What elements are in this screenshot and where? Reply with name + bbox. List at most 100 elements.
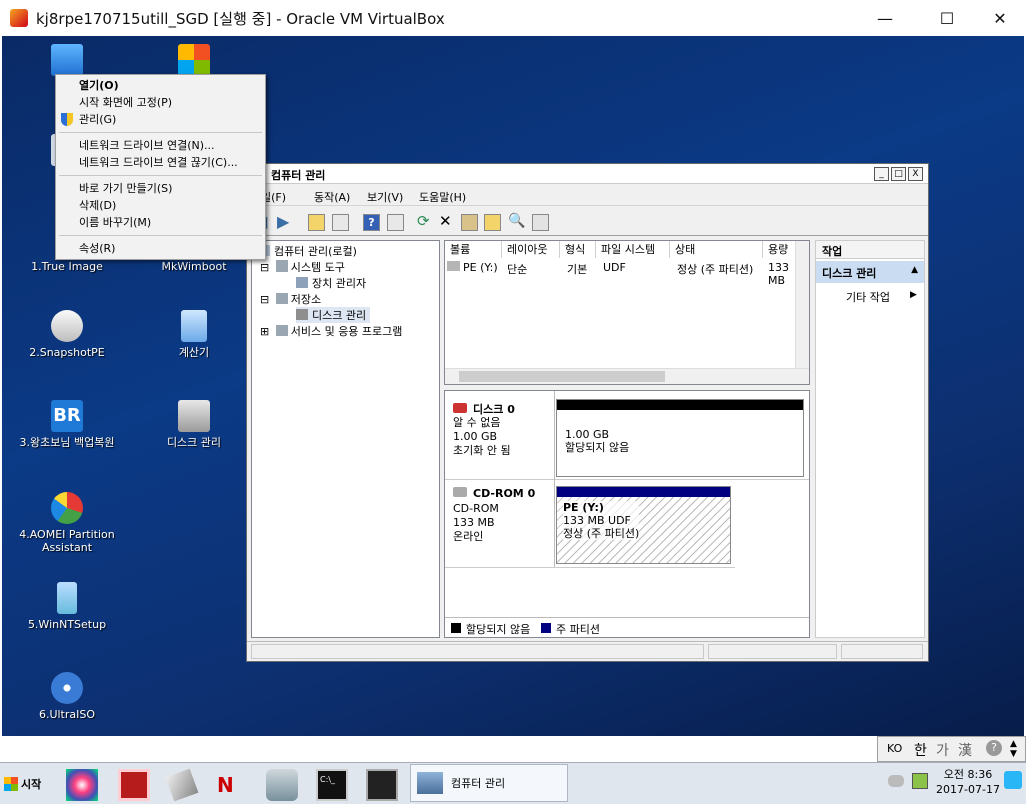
memory-chip-app-icon[interactable] — [118, 769, 150, 801]
menu-item-manage[interactable]: 관리(G) — [56, 111, 265, 128]
ime-hanja-button[interactable]: 漢 — [958, 740, 972, 760]
show-desktop-icon[interactable] — [1004, 771, 1022, 789]
scrollbar-thumb[interactable] — [459, 371, 665, 382]
cell-filesystem: UDF — [603, 261, 626, 274]
partition-title: PE (Y:) — [563, 501, 604, 514]
usb-tool-app-icon[interactable] — [266, 769, 298, 801]
open-folder-icon[interactable] — [484, 214, 501, 231]
desktop-icon-winntsetup[interactable]: 5.WinNTSetup — [19, 582, 115, 631]
disk-graphical-view: 디스크 0 알 수 없음 1.00 GB 초기화 안 됨 1.00 GB 할당되… — [444, 390, 810, 638]
virtualbox-app-icon — [10, 9, 28, 27]
tree-disk-management[interactable]: 디스크 관리 — [296, 307, 371, 323]
vbox-close-button[interactable]: ✕ — [977, 0, 1023, 36]
menu-item-open[interactable]: 열기(O) — [56, 77, 265, 94]
taskbar-button-computer-management[interactable]: 컴퓨터 관리 — [410, 764, 568, 802]
desktop-context-menu: 열기(O) 시작 화면에 고정(P) 관리(G) 네트워크 드라이브 연결(N)… — [55, 74, 266, 260]
show-hide-action-pane-icon[interactable] — [387, 214, 404, 231]
menu-action[interactable]: 동작(A) — [314, 189, 350, 205]
disk-tray-icon[interactable] — [912, 773, 928, 789]
actions-section-label: 디스크 관리 — [822, 267, 877, 280]
vertical-scrollbar[interactable] — [795, 241, 809, 368]
menu-item-map-network-drive[interactable]: 네트워크 드라이브 연결(N)... — [56, 137, 265, 154]
expand-icon[interactable]: ⊞ — [260, 325, 269, 338]
disk-legend: 할당되지 않음 주 파티션 — [445, 617, 809, 637]
system-clock[interactable]: 오전 8:36 2017-07-17 — [936, 767, 1000, 797]
ime-full-half-toggle[interactable]: 가 — [936, 740, 949, 760]
menu-item-delete[interactable]: 삭제(D) — [56, 197, 265, 214]
column-header-volume[interactable]: 볼륨 — [445, 241, 502, 258]
search-icon[interactable]: 🔍 — [508, 214, 525, 231]
tree-label: 저장소 — [290, 293, 322, 306]
cell-status: 정상 (주 파티션) — [677, 263, 754, 276]
column-header-filesystem[interactable]: 파일 시스템 — [596, 241, 670, 258]
tree-device-manager[interactable]: 장치 관리자 — [296, 275, 366, 291]
disk-drive-app-icon[interactable] — [165, 768, 199, 802]
desktop-icon-label: 2.SnapshotPE — [29, 346, 105, 359]
show-hide-tree-icon[interactable] — [332, 214, 349, 231]
ime-hangul-toggle[interactable]: 한 — [914, 740, 927, 760]
actions-section-disk-mgmt[interactable]: 디스크 관리 ▲ — [816, 261, 924, 283]
color-display-app-icon[interactable] — [66, 769, 98, 801]
desktop-icon-disk-management[interactable]: 디스크 관리 — [146, 400, 242, 449]
menu-separator — [59, 132, 262, 133]
collapse-icon[interactable]: ⊟ — [260, 293, 269, 306]
unallocated-partition[interactable]: 1.00 GB 할당되지 않음 — [556, 399, 804, 477]
start-button[interactable]: 시작 — [4, 771, 48, 797]
disk-info-line: CD-ROM — [453, 502, 499, 515]
desktop-icon-ultraiso[interactable]: 6.UltraISO — [19, 672, 115, 721]
task-manager-icon[interactable] — [366, 769, 398, 801]
settings-grid-icon[interactable] — [532, 214, 549, 231]
cloud-tray-icon[interactable] — [888, 775, 904, 787]
ime-mode-indicator[interactable]: KO — [887, 742, 902, 755]
cd-drive-icon — [453, 487, 467, 497]
menu-item-pin-to-start[interactable]: 시작 화면에 고정(P) — [56, 94, 265, 111]
collapse-arrow-icon[interactable]: ▲ — [911, 265, 918, 275]
actions-pane: 작업 디스크 관리 ▲ 기타 작업 ▶ — [815, 240, 925, 638]
volume-list: 볼륨 레이아웃 형식 파일 시스템 상태 용량 PE (Y:) 단순 기본 UD… — [444, 240, 810, 385]
column-header-status[interactable]: 상태 — [670, 241, 763, 258]
vbox-maximize-button[interactable]: ☐ — [924, 0, 970, 36]
menu-item-properties[interactable]: 속성(R) — [56, 240, 265, 257]
desktop-icon-snapshotpe[interactable]: 2.SnapshotPE — [19, 310, 115, 359]
collapse-icon[interactable]: ⊟ — [260, 261, 269, 274]
column-header-layout[interactable]: 레이아웃 — [502, 241, 560, 258]
cm-maximize-button[interactable]: □ — [891, 167, 906, 181]
menu-view[interactable]: 보기(V) — [367, 189, 403, 205]
disk-name: 디스크 0 — [473, 403, 515, 416]
desktop-icon-backup-restore[interactable]: BR 3.왕초보님 백업복원 — [19, 400, 115, 449]
desktop-icon-aomei[interactable]: 4.AOMEI Partition Assistant — [19, 492, 115, 554]
action-more-actions[interactable]: 기타 작업 — [846, 289, 890, 305]
desktop-icon-calculator[interactable]: 계산기 — [146, 310, 242, 359]
menu-help[interactable]: 도움말(H) — [419, 189, 466, 205]
ime-scroll-icon[interactable]: ▲ ▼ — [1010, 739, 1017, 759]
vbox-minimize-button[interactable]: — — [862, 0, 908, 36]
column-header-type[interactable]: 형식 — [560, 241, 596, 258]
menu-item-disconnect-network-drive[interactable]: 네트워크 드라이브 연결 끊기(C)... — [56, 154, 265, 171]
forward-arrow-icon[interactable]: ▶ — [277, 214, 294, 231]
horizontal-scrollbar[interactable] — [445, 368, 809, 384]
primary-partition-pe[interactable]: PE (Y:) 133 MB UDF 정상 (주 파티션) — [556, 486, 731, 564]
delete-x-icon[interactable]: ✕ — [439, 214, 456, 231]
br-logo-icon: BR — [51, 400, 83, 432]
tree-storage[interactable]: ⊟ 저장소 — [260, 291, 321, 307]
menu-item-rename[interactable]: 이름 바꾸기(M) — [56, 214, 265, 231]
tree-root[interactable]: 컴퓨터 관리(로컬) — [258, 243, 357, 259]
refresh-icon[interactable]: ⟳ — [417, 214, 434, 231]
navigation-tree: 컴퓨터 관리(로컬) ⊟ 시스템 도구 장치 관리자 ⊟ 저장소 디스크 관리 … — [251, 240, 440, 638]
properties-icon[interactable] — [461, 214, 478, 231]
tree-services-apps[interactable]: ⊞ 서비스 및 응용 프로그램 — [260, 323, 402, 339]
help-icon[interactable]: ? — [363, 214, 380, 231]
storage-icon — [275, 293, 288, 304]
ntpwedit-app-icon[interactable]: N — [217, 769, 249, 801]
up-folder-icon[interactable] — [308, 214, 325, 231]
desktop-icon-label: 디스크 관리 — [166, 436, 222, 449]
menu-item-create-shortcut[interactable]: 바로 가기 만들기(S) — [56, 180, 265, 197]
help-icon[interactable]: ? — [986, 740, 1002, 756]
desktop-icon-label: 5.WinNTSetup — [27, 618, 107, 631]
cm-minimize-button[interactable]: _ — [874, 167, 889, 181]
tree-system-tools[interactable]: ⊟ 시스템 도구 — [260, 259, 345, 275]
partition-info-line: 133 MB UDF — [563, 514, 631, 527]
cm-close-button[interactable]: X — [908, 167, 923, 181]
cell-volume: PE (Y:) — [463, 261, 498, 274]
command-prompt-icon[interactable]: C:\_ — [316, 769, 348, 801]
